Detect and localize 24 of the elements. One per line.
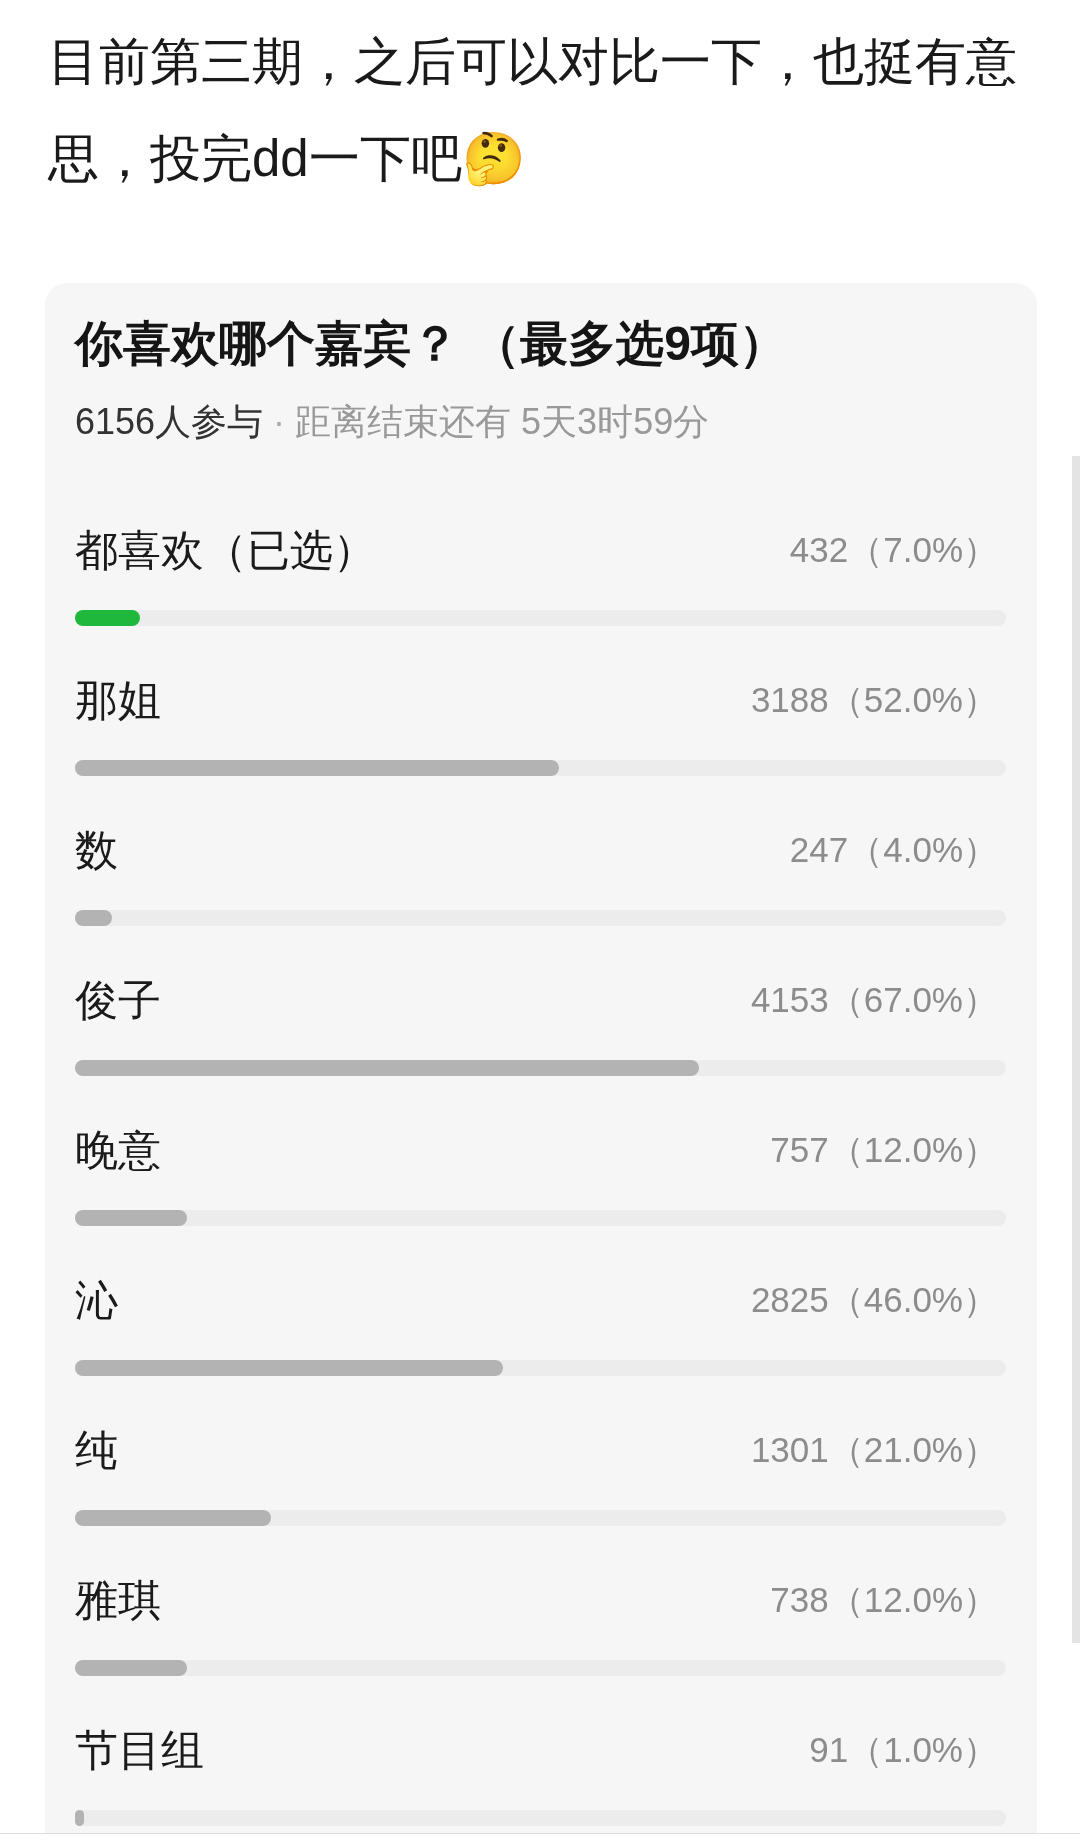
time-remaining: 距离结束还有 5天3时59分: [295, 400, 710, 444]
option-label: 晚意: [75, 1125, 161, 1176]
option-label: 都喜欢（已选）: [75, 525, 376, 576]
option-label: 数: [75, 825, 118, 876]
option-label: 纯: [75, 1425, 118, 1476]
vote-count: 2825（46.0%）: [750, 1279, 998, 1321]
separator-dot: ·: [273, 400, 286, 444]
vote-count: 91（1.0%）: [809, 1729, 998, 1771]
option-label: 节目组: [75, 1725, 204, 1776]
vote-count: 432（7.0%）: [789, 529, 998, 571]
vote-count: 738（12.0%）: [770, 1579, 998, 1621]
option-label: 俊子: [75, 975, 161, 1026]
participant-count: 6156人参与: [75, 400, 264, 444]
option-label: 那姐: [75, 675, 161, 726]
vote-count: 1301（21.0%）: [750, 1429, 998, 1471]
post-text: 目前第三期，之后可以对比一下，也挺有意思，投完dd一下吧🤔: [48, 32, 1018, 189]
poll-title: 你喜欢哪个嘉宾？ （最多选9项）: [75, 316, 789, 372]
vote-count: 247（4.0%）: [789, 829, 998, 871]
option-label: 雅琪: [75, 1575, 161, 1626]
vote-count: 4153（67.0%）: [750, 979, 998, 1021]
option-label: 沁: [75, 1275, 118, 1326]
vote-count: 3188（52.0%）: [750, 679, 998, 721]
scrollbar[interactable]: [1072, 456, 1080, 1643]
vote-count: 757（12.0%）: [770, 1129, 998, 1171]
